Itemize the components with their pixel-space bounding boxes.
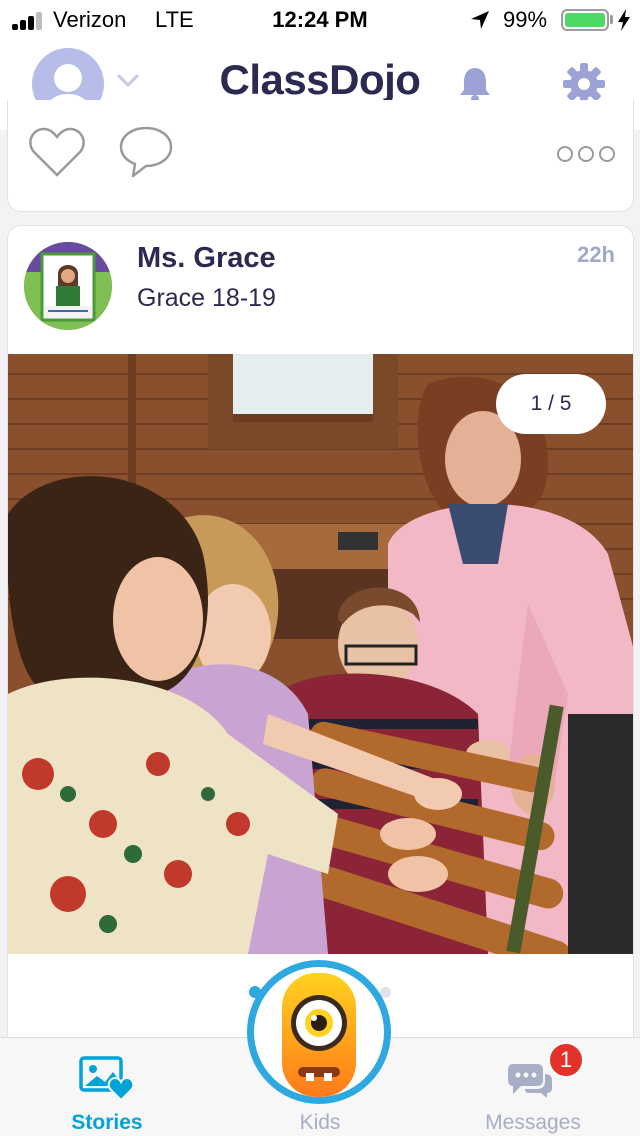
post-class-name: Grace 18-19	[137, 284, 276, 312]
battery-icon	[561, 9, 609, 31]
kids-monster-icon	[254, 967, 384, 1097]
previous-post-card	[7, 100, 634, 212]
photo-counter: 1 / 5	[496, 374, 606, 434]
battery-percent: 99%	[503, 7, 548, 32]
tab-messages-label: Messages	[485, 1111, 581, 1134]
comment-icon[interactable]	[118, 124, 174, 180]
app-title: ClassDojo	[219, 56, 421, 103]
battery-tip	[610, 15, 613, 24]
screen: Verizon LTE 12:24 PM 99% ClassDojo Ms. G…	[0, 0, 640, 1136]
tab-messages[interactable]: 1 Messages	[443, 1038, 623, 1136]
tab-kids-label: Kids	[299, 1111, 341, 1134]
messages-icon	[508, 1064, 552, 1098]
post-photo[interactable]: 1 / 5	[8, 354, 633, 954]
bell-icon[interactable]	[455, 64, 495, 104]
status-bar: Verizon LTE 12:24 PM 99%	[0, 0, 640, 40]
tab-stories[interactable]: Stories	[17, 1038, 197, 1136]
post-author[interactable]: Ms. Grace	[137, 242, 276, 275]
charging-bolt-icon	[618, 9, 630, 31]
post-time: 22h	[577, 242, 615, 267]
location-arrow-icon	[471, 11, 489, 29]
kids-button[interactable]	[247, 960, 391, 1104]
stories-icon	[79, 1056, 135, 1102]
messages-badge: 1	[548, 1042, 584, 1078]
tab-stories-label: Stories	[71, 1111, 143, 1134]
more-icon[interactable]	[556, 144, 616, 164]
story-post-card: Ms. Grace Grace 18-19 22h 1 / 5	[7, 225, 634, 1085]
author-avatar[interactable]	[24, 242, 112, 330]
heart-icon[interactable]	[28, 126, 86, 178]
